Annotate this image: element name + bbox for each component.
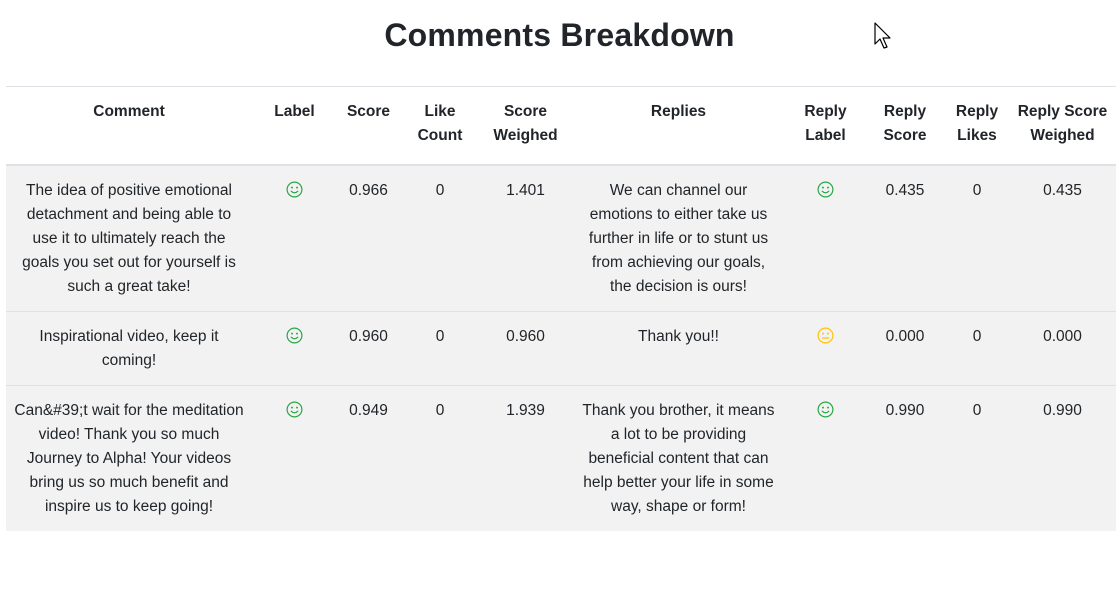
like-count-cell: 0 — [400, 385, 480, 531]
comments-table: Comment Label Score Like Count Score Wei… — [6, 86, 1116, 531]
label-cell — [252, 164, 337, 312]
reply-likes-cell: 0 — [945, 311, 1009, 386]
reply-label-cell — [786, 311, 865, 386]
table-header-row: Comment Label Score Like Count Score Wei… — [6, 86, 1116, 166]
page-title: Comments Breakdown — [384, 17, 735, 53]
comment-cell: Can&#39;t wait for the meditation video!… — [6, 385, 252, 531]
score-cell: 0.949 — [337, 385, 400, 531]
smile-positive-icon — [817, 181, 834, 198]
column-header: Label — [252, 86, 337, 166]
comments-table-container: Comment Label Score Like Count Score Wei… — [6, 86, 1116, 531]
label-cell — [252, 385, 337, 531]
reply-score-cell: 0.990 — [865, 385, 945, 531]
column-header: Comment — [6, 86, 252, 166]
column-header: Reply Score — [865, 86, 945, 166]
label-cell — [252, 311, 337, 386]
column-header: Reply Score Weighed — [1009, 86, 1116, 166]
reply-cell: We can channel our emotions to either ta… — [571, 164, 786, 312]
neutral-face-icon — [817, 327, 834, 344]
table-row: Inspirational video, keep it coming! 0.96… — [6, 311, 1116, 386]
score-weighed-cell: 1.939 — [480, 385, 571, 531]
comment-cell: The idea of positive emotional detachmen… — [6, 164, 252, 312]
column-header: Score Weighed — [480, 86, 571, 166]
column-header: Like Count — [400, 86, 480, 166]
reply-label-cell — [786, 385, 865, 531]
like-count-cell: 0 — [400, 164, 480, 312]
reply-likes-cell: 0 — [945, 385, 1009, 531]
score-cell: 0.966 — [337, 164, 400, 312]
column-header: Reply Likes — [945, 86, 1009, 166]
like-count-cell: 0 — [400, 311, 480, 386]
reply-cell: Thank you brother, it means a lot to be … — [571, 385, 786, 531]
reply-score-cell: 0.435 — [865, 164, 945, 312]
reply-likes-cell: 0 — [945, 164, 1009, 312]
comment-cell: Inspirational video, keep it coming! — [6, 311, 252, 386]
smile-positive-icon — [286, 181, 303, 198]
table-row: The idea of positive emotional detachmen… — [6, 164, 1116, 312]
smile-positive-icon — [817, 401, 834, 418]
column-header: Score — [337, 86, 400, 166]
reply-score-cell: 0.000 — [865, 311, 945, 386]
smile-positive-icon — [286, 401, 303, 418]
score-weighed-cell: 1.401 — [480, 164, 571, 312]
score-cell: 0.960 — [337, 311, 400, 386]
reply-label-cell — [786, 164, 865, 312]
reply-cell: Thank you!! — [571, 311, 786, 386]
reply-score-weighed-cell: 0.990 — [1009, 385, 1116, 531]
smile-positive-icon — [286, 327, 303, 344]
table-row: Can&#39;t wait for the meditation video!… — [6, 385, 1116, 531]
reply-score-weighed-cell: 0.000 — [1009, 311, 1116, 386]
column-header: Reply Label — [786, 86, 865, 166]
reply-score-weighed-cell: 0.435 — [1009, 164, 1116, 312]
mouse-cursor-icon — [874, 22, 891, 49]
score-weighed-cell: 0.960 — [480, 311, 571, 386]
column-header: Replies — [571, 86, 786, 166]
